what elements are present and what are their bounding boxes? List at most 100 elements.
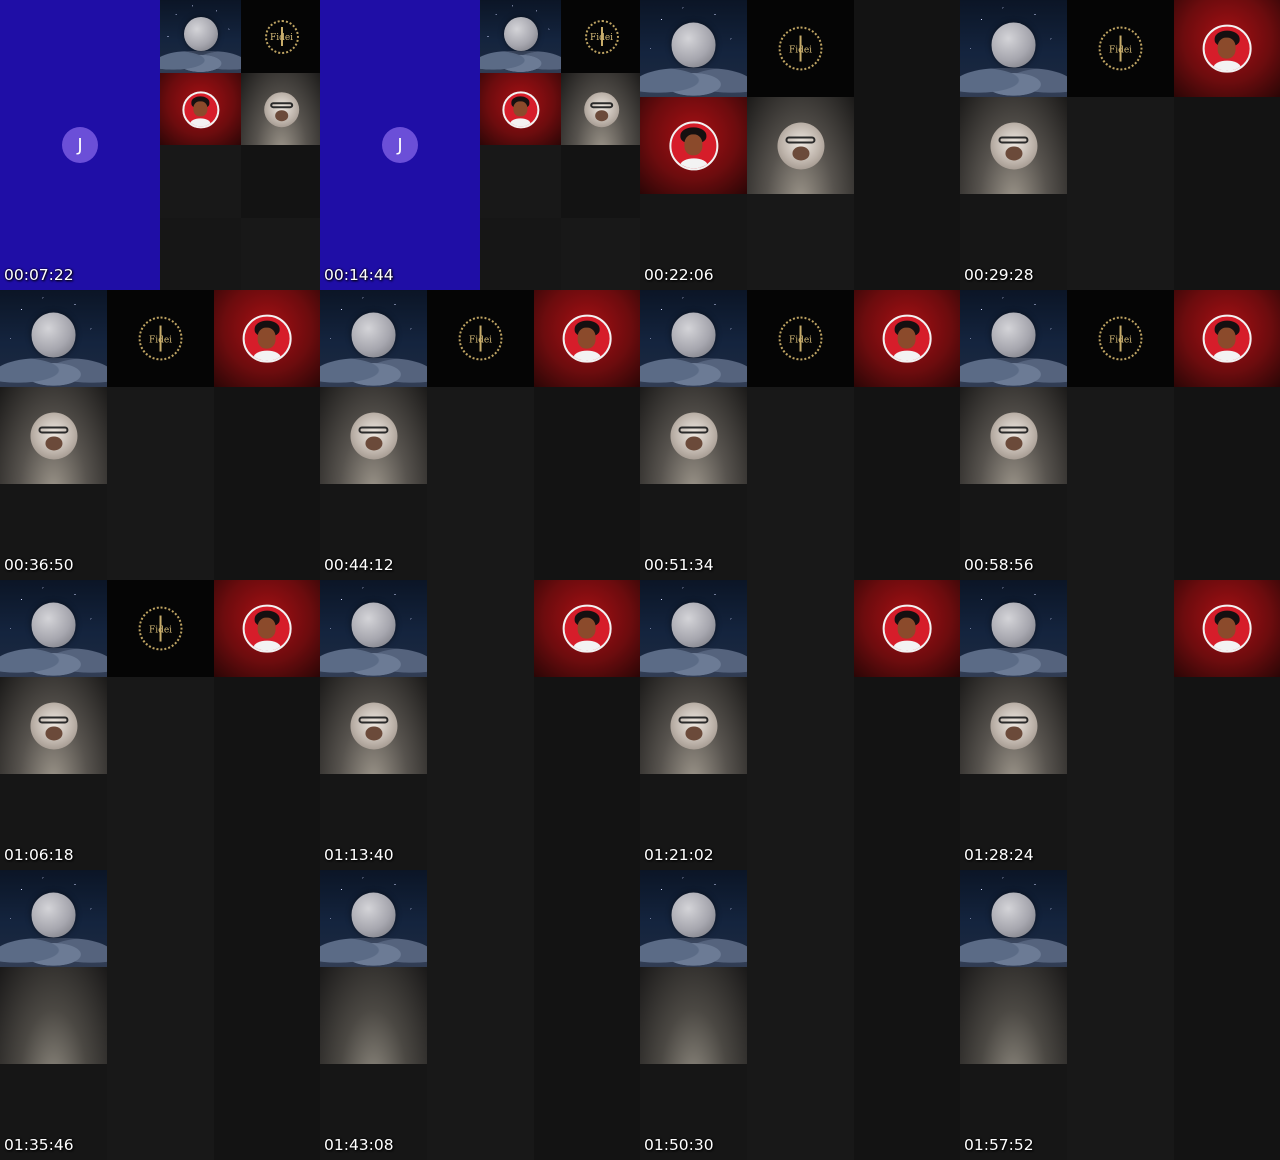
timestamp-label: 00:22:06 [644, 266, 714, 284]
empty-video-tile [747, 1064, 854, 1160]
empty-video-tile [747, 677, 854, 774]
camera-video-tile [561, 73, 640, 146]
logo-text: Fidei [1108, 45, 1133, 56]
camera-video-tile [960, 387, 1067, 484]
video-thumbnail[interactable]: 01:35:46 [0, 870, 320, 1160]
moon-image [503, 16, 538, 51]
moon-image [671, 892, 716, 938]
empty-video-tile [1174, 677, 1280, 774]
moon-image [31, 312, 76, 358]
empty-video-tile [534, 774, 640, 870]
moon-image [991, 312, 1036, 358]
empty-video-tile [107, 484, 214, 580]
logo-video-tile: Fidei [747, 290, 854, 387]
empty-video-tile [854, 870, 960, 967]
video-thumbnail[interactable]: Fidei 00:44:12 [320, 290, 640, 580]
participant-placeholder-tile: J [320, 0, 480, 290]
cartoon-avatar-tile [480, 73, 561, 146]
video-thumbnail[interactable]: Fidei 00:51:34 [640, 290, 960, 580]
participant-face-image [29, 701, 78, 750]
video-thumbnail[interactable]: 01:50:30 [640, 870, 960, 1160]
cloud-decoration [640, 647, 747, 677]
moon-video-tile [640, 0, 747, 97]
empty-video-tile [427, 967, 534, 1064]
moon-image [351, 312, 396, 358]
avatar-image [181, 90, 220, 129]
cloud-decoration [960, 937, 1067, 967]
cloud-decoration [320, 357, 427, 387]
empty-video-tile [1067, 484, 1174, 580]
logo-text: Fidei [148, 625, 173, 636]
video-thumbnail[interactable]: Fidei 01:06:18 [0, 580, 320, 870]
camera-video-tile [0, 677, 107, 774]
moon-video-tile [960, 0, 1067, 97]
empty-video-tile [214, 774, 320, 870]
empty-video-tile [1067, 774, 1174, 870]
moon-video-tile [0, 290, 107, 387]
avatar-image [242, 604, 292, 653]
empty-video-tile [107, 774, 214, 870]
video-thumbnail[interactable]: 01:21:02 [640, 580, 960, 870]
timestamp-label: 00:36:50 [4, 556, 74, 574]
timestamp-label: 01:06:18 [4, 846, 74, 864]
empty-video-tile [427, 387, 534, 484]
empty-video-tile [1174, 97, 1280, 194]
empty-video-tile [214, 967, 320, 1064]
moon-image [991, 892, 1036, 938]
cartoon-avatar-tile [534, 580, 640, 677]
cloud-decoration [640, 357, 747, 387]
moon-video-tile [640, 290, 747, 387]
video-thumbnail[interactable]: 01:43:08 [320, 870, 640, 1160]
cloud-decoration [480, 51, 561, 73]
cloud-decoration [0, 357, 107, 387]
video-thumbnail[interactable]: Fidei 00:29:28 [960, 0, 1280, 290]
timestamp-label: 00:44:12 [324, 556, 394, 574]
empty-video-tile [854, 484, 960, 580]
cloud-decoration [960, 357, 1067, 387]
logo-video-tile: Fidei [747, 0, 854, 97]
empty-video-tile [561, 145, 640, 218]
video-thumbnail[interactable]: 01:13:40 [320, 580, 640, 870]
avatar-image [668, 120, 719, 171]
moon-video-tile [480, 0, 561, 73]
avatar-image [242, 314, 292, 363]
contact-sheet: J Fidei 00:07:22 J Fidei 00:14:44 Fidei 00:22:0… [0, 0, 1280, 1160]
timestamp-label: 01:21:02 [644, 846, 714, 864]
empty-video-tile [1174, 484, 1280, 580]
video-thumbnail[interactable]: Fidei 00:22:06 [640, 0, 960, 290]
cloud-decoration [640, 67, 747, 97]
empty-video-tile [747, 967, 854, 1064]
video-thumbnail[interactable]: J Fidei 00:14:44 [320, 0, 640, 290]
camera-video-tile [960, 97, 1067, 194]
avatar-initial: J [382, 127, 418, 163]
video-thumbnail[interactable]: 01:28:24 [960, 580, 1280, 870]
empty-video-tile [534, 870, 640, 967]
empty-video-tile [1174, 387, 1280, 484]
camera-video-tile [640, 967, 747, 1064]
moon-video-tile [320, 580, 427, 677]
moon-image [31, 892, 76, 938]
moon-image [671, 22, 716, 68]
empty-video-tile [854, 967, 960, 1064]
empty-video-tile [214, 387, 320, 484]
timestamp-label: 01:28:24 [964, 846, 1034, 864]
logo-text: Fidei [269, 32, 294, 43]
video-thumbnail[interactable]: Fidei 00:58:56 [960, 290, 1280, 580]
participant-face-image [349, 411, 398, 460]
empty-video-tile [1067, 967, 1174, 1064]
logo-emblem: Fidei [778, 26, 823, 71]
cloud-decoration [0, 647, 107, 677]
empty-video-tile [214, 870, 320, 967]
participant-face-image [989, 411, 1038, 460]
moon-image [991, 602, 1036, 648]
empty-video-tile [241, 145, 320, 218]
moon-image [991, 22, 1036, 68]
video-thumbnail[interactable]: Fidei 00:36:50 [0, 290, 320, 580]
avatar-image [501, 90, 540, 129]
cloud-decoration [320, 647, 427, 677]
empty-video-tile [1174, 967, 1280, 1064]
video-thumbnail[interactable]: 01:57:52 [960, 870, 1280, 1160]
empty-video-tile [107, 1064, 214, 1160]
logo-video-tile: Fidei [1067, 0, 1174, 97]
video-thumbnail[interactable]: J Fidei 00:07:22 [0, 0, 320, 290]
